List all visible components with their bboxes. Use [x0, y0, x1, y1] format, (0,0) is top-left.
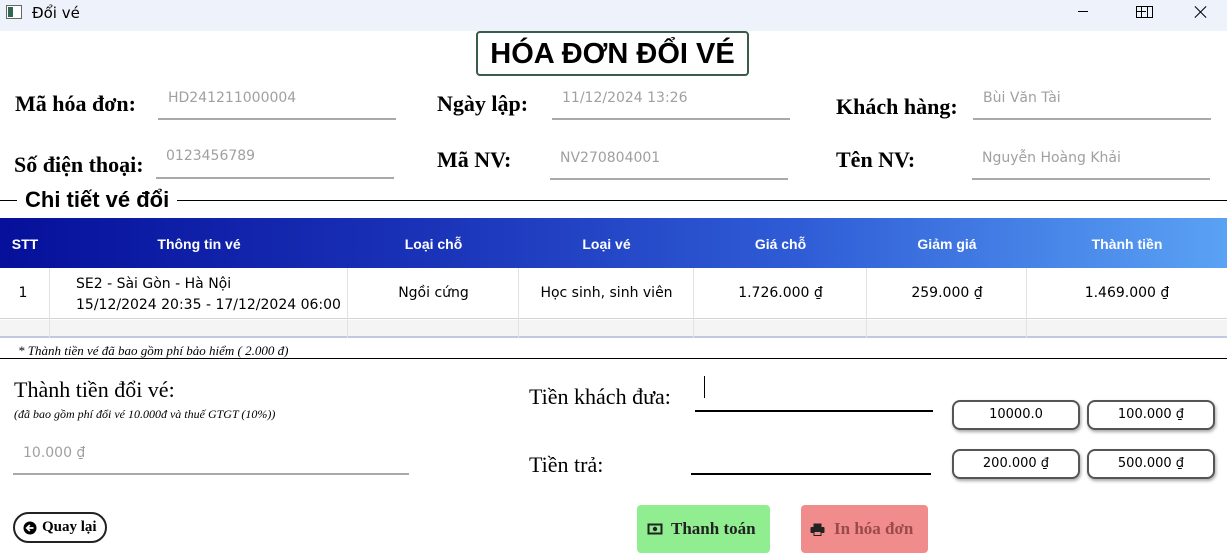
- change-output: [691, 443, 931, 475]
- table-header: STT Thông tin vé Loại chỗ Loại vé Giá ch…: [0, 218, 1227, 268]
- printer-icon: [810, 523, 825, 536]
- cell-seat-price: 1.726.000 ₫: [738, 285, 823, 301]
- invoice-id-label: Mã hóa đơn:: [15, 91, 136, 116]
- employee-name-field[interactable]: Nguyễn Hoàng Khải: [982, 150, 1121, 166]
- pay-button-label: Thanh toán: [671, 519, 756, 538]
- invoice-id-underline: [158, 118, 396, 120]
- app-icon: [6, 5, 22, 19]
- customer-underline: [973, 118, 1211, 120]
- customer-field[interactable]: Bùi Văn Tài: [983, 90, 1061, 106]
- pay-button[interactable]: Thanh toán: [637, 505, 770, 553]
- minimize-icon[interactable]: [1061, 0, 1107, 31]
- total-note: (đã bao gồm phí đổi vé 10.000đ và thuế G…: [14, 407, 276, 421]
- column-header-ticket-type[interactable]: Loại vé: [519, 218, 694, 268]
- column-header-stt[interactable]: STT: [0, 218, 50, 268]
- column-divider: [693, 268, 694, 338]
- text-cursor: [704, 376, 705, 398]
- section-divider: [0, 200, 1227, 201]
- maximize-icon[interactable]: [1124, 0, 1170, 31]
- column-header-seat-price[interactable]: Giá chỗ: [694, 218, 867, 268]
- employee-name-label: Tên NV:: [836, 147, 916, 172]
- employee-id-label: Mã NV:: [437, 147, 512, 172]
- phone-underline: [156, 177, 394, 179]
- quick-amount-10000-button[interactable]: 10000.0: [952, 400, 1080, 430]
- print-button[interactable]: In hóa đơn: [801, 505, 928, 553]
- ticket-route: SE2 - Sài Gòn - Hà Nội: [76, 276, 232, 292]
- bottom-divider: [0, 358, 1227, 359]
- section-title: Chi tiết vé đổi: [17, 187, 178, 213]
- column-header-ticket-info[interactable]: Thông tin vé: [50, 218, 348, 268]
- table-row[interactable]: 1 SE2 - Sài Gòn - Hà Nội 15/12/2024 20:3…: [0, 268, 1227, 319]
- total-label: Thành tiền đổi vé:: [14, 377, 175, 402]
- column-header-total[interactable]: Thành tiền: [1027, 218, 1227, 268]
- date-underline: [552, 118, 790, 120]
- insurance-note: * Thành tiền vé đã bao gồm phí bảo hiểm …: [18, 343, 289, 358]
- phone-label: Số điện thoại:: [14, 152, 144, 177]
- total-underline: [13, 473, 409, 475]
- window-title: Đổi vé: [32, 4, 80, 22]
- cash-icon: [647, 523, 663, 535]
- column-divider: [1026, 268, 1027, 338]
- column-header-discount[interactable]: Giảm giá: [867, 218, 1027, 268]
- column-divider: [866, 268, 867, 338]
- employee-name-underline: [972, 178, 1210, 180]
- change-label: Tiền trả:: [529, 452, 604, 477]
- print-button-label: In hóa đơn: [834, 519, 914, 538]
- quick-amount-500000-button[interactable]: 500.000 ₫: [1087, 449, 1215, 479]
- invoice-title: HÓA ĐƠN ĐỔI VÉ: [476, 31, 749, 76]
- cell-stt: 1: [18, 285, 28, 301]
- date-field[interactable]: 11/12/2024 13:26: [562, 90, 688, 106]
- cash-given-label: Tiền khách đưa:: [529, 384, 671, 409]
- column-header-seat-type[interactable]: Loại chỗ: [348, 218, 519, 268]
- close-icon[interactable]: [1178, 0, 1224, 31]
- cell-ticket-info: SE2 - Sài Gòn - Hà Nội 15/12/2024 20:35 …: [76, 274, 341, 316]
- customer-label: Khách hàng:: [836, 94, 958, 119]
- cash-given-input[interactable]: [695, 372, 933, 412]
- table-empty-row: [0, 320, 1227, 338]
- quick-amount-100000-button[interactable]: 100.000 ₫: [1087, 400, 1215, 430]
- date-label: Ngày lập:: [437, 91, 529, 116]
- employee-id-field[interactable]: NV270804001: [560, 150, 660, 166]
- column-divider: [49, 268, 50, 338]
- window-titlebar: Đổi vé: [0, 0, 1227, 31]
- cell-discount: 259.000 ₫: [911, 285, 983, 301]
- back-button-label: Quay lại: [42, 519, 97, 535]
- cell-total: 1.469.000 ₫: [1084, 285, 1170, 301]
- column-divider: [347, 268, 348, 338]
- total-value: 10.000 ₫: [23, 445, 86, 461]
- arrow-left-icon: [23, 521, 37, 535]
- back-button[interactable]: Quay lại: [13, 512, 107, 543]
- employee-id-underline: [550, 178, 788, 180]
- ticket-schedule: 15/12/2024 20:35 - 17/12/2024 06:00: [76, 297, 341, 313]
- column-divider: [518, 268, 519, 338]
- cell-ticket-type: Học sinh, sinh viên: [540, 285, 673, 301]
- invoice-id-field[interactable]: HD241211000004: [168, 90, 296, 106]
- phone-field[interactable]: 0123456789: [166, 148, 255, 164]
- quick-amount-200000-button[interactable]: 200.000 ₫: [952, 449, 1080, 479]
- cell-seat-type: Ngồi cứng: [398, 285, 469, 301]
